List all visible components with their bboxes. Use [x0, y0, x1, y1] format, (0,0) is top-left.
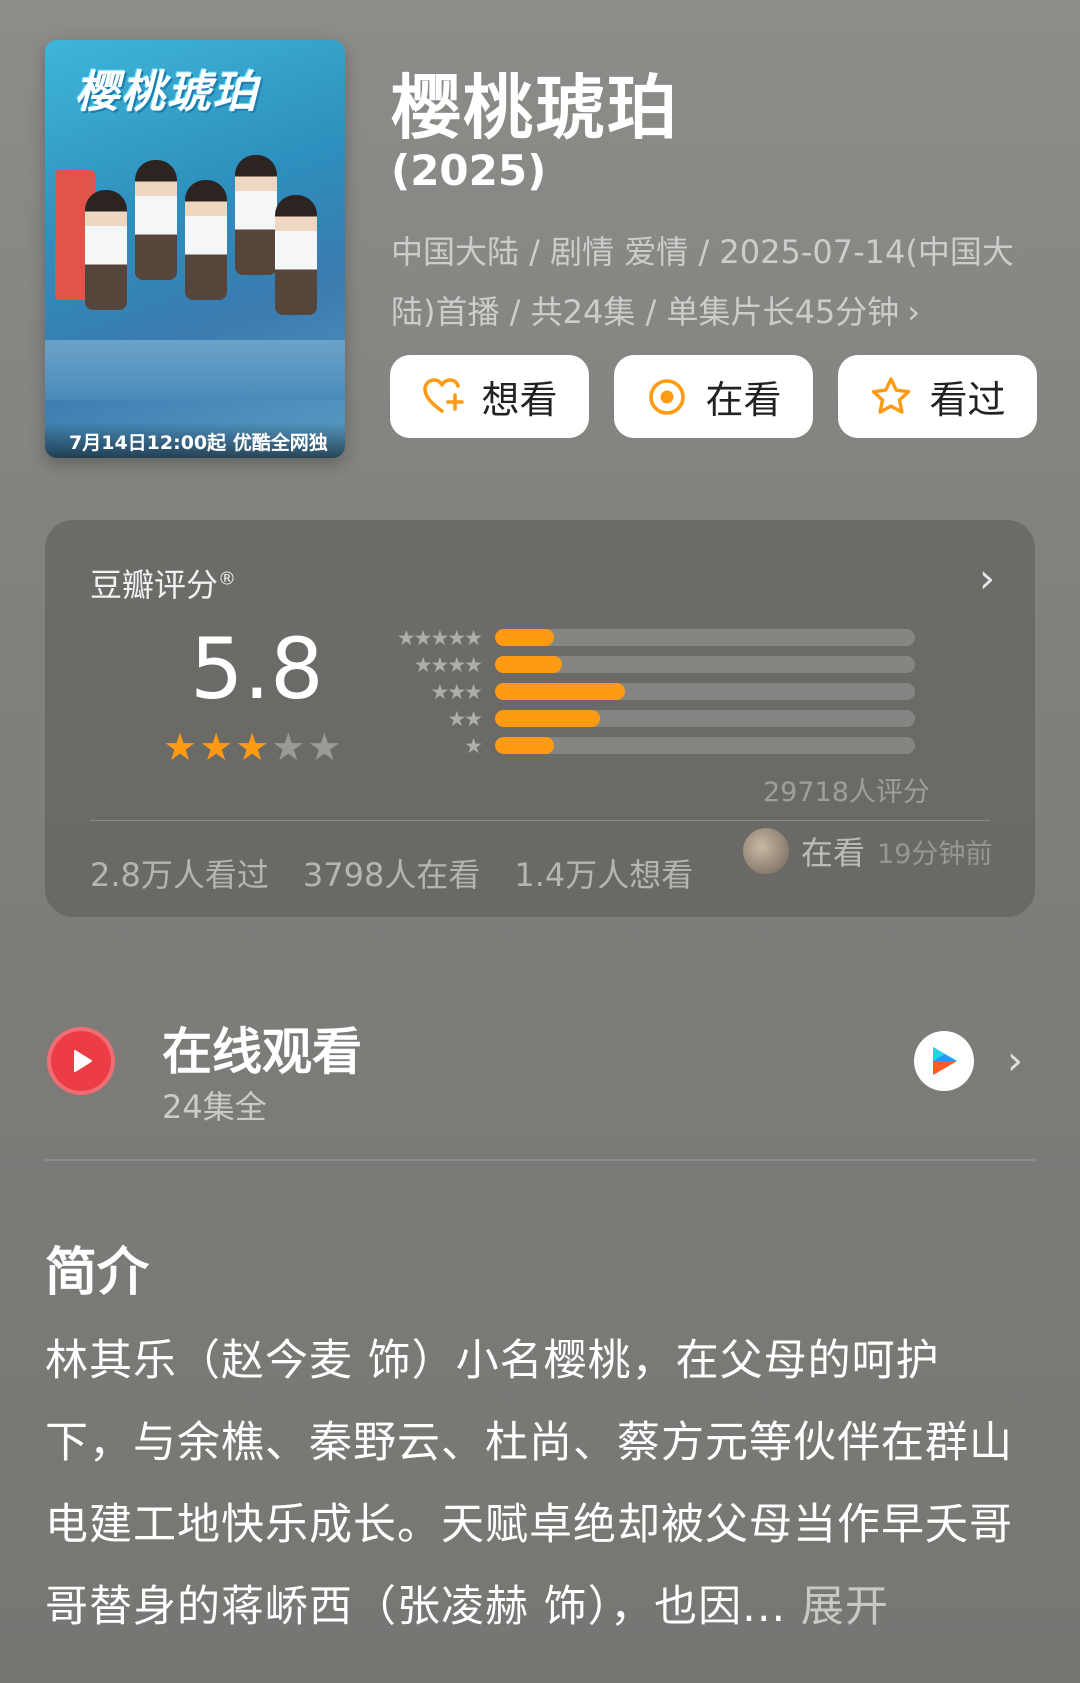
rating-distribution: ★★★★★ ★★★★ ★★★ ★★ ★ [375, 624, 915, 759]
star-empty-icon: ★ [271, 725, 306, 769]
registered-mark: ® [218, 568, 237, 590]
distribution-stars-label: ★ [464, 733, 483, 758]
rating-stars: ★ ★ ★ ★ ★ [163, 728, 341, 766]
watched-button[interactable]: 看过 [838, 355, 1037, 438]
distribution-track [495, 737, 915, 754]
poster-image[interactable]: 樱桃琥珀 7月14日12:00起 优酷全网独播 [45, 40, 345, 458]
divider [90, 820, 990, 821]
distribution-row: ★★★★★ [375, 624, 915, 651]
watch-stats: 2.8万人看过 3798人在看 1.4万人想看 [90, 850, 693, 896]
synopsis-line: 哥替身的蒋峤西（张凌赫 饰），也因... 展开 [45, 1582, 889, 1632]
rating-label: 豆瓣评分® [90, 566, 237, 604]
poster-caption: 7月14日12:00起 优酷全网独播 [45, 422, 345, 458]
watched-count[interactable]: 2.8万人看过 [90, 850, 269, 896]
poster-cast-figures [65, 150, 325, 350]
rating-count: 29718人评分 [763, 777, 930, 808]
distribution-stars-label: ★★★ [430, 679, 483, 704]
star-filled-icon: ★ [235, 725, 270, 769]
want-count[interactable]: 1.4万人想看 [514, 850, 693, 896]
distribution-bar [495, 737, 554, 754]
play-icon[interactable] [47, 1027, 115, 1095]
distribution-stars-label: ★★★★ [413, 652, 483, 677]
star-filled-icon: ★ [199, 725, 234, 769]
chevron-right-icon[interactable]: › [979, 556, 995, 602]
show-year: (2025) [391, 146, 547, 195]
distribution-track [495, 656, 915, 673]
action-buttons: 想看 在看 看过 [390, 355, 1037, 438]
distribution-track [495, 710, 915, 727]
watched-label: 看过 [929, 378, 1006, 422]
distribution-bar [495, 683, 626, 700]
distribution-bar [495, 656, 563, 673]
meta-line-1: 中国大陆 / 剧情 爱情 / 2025-07-14(中国大 [391, 233, 1014, 271]
distribution-track [495, 629, 915, 646]
distribution-row: ★★★ [375, 678, 915, 705]
divider [45, 1159, 1035, 1161]
expand-link[interactable]: 展开 [786, 1582, 889, 1632]
watching-count[interactable]: 3798人在看 [303, 850, 480, 896]
rating-score: 5.8 [190, 620, 324, 718]
distribution-row: ★★ [375, 705, 915, 732]
watching-button[interactable]: 在看 [614, 355, 813, 438]
heart-plus-icon [423, 377, 465, 413]
show-title: 樱桃琥珀 [391, 67, 679, 149]
chevron-right-icon[interactable]: › [1007, 1038, 1023, 1084]
poster-desk [45, 340, 345, 400]
synopsis-line: 下，与余樵、秦野云、杜尚、蔡方元等伙伴在群山 [45, 1418, 1013, 1468]
distribution-track [495, 683, 915, 700]
distribution-stars-label: ★★★★★ [396, 625, 483, 650]
show-meta[interactable]: 中国大陆 / 剧情 爱情 / 2025-07-14(中国大 陆)首播 / 共24… [391, 222, 1021, 342]
online-watch-title[interactable]: 在线观看 [162, 1012, 362, 1084]
star-empty-icon: ★ [307, 725, 342, 769]
distribution-stars-label: ★★ [447, 706, 483, 731]
youku-icon[interactable] [914, 1031, 974, 1091]
distribution-bar [495, 629, 554, 646]
star-filled-icon: ★ [163, 725, 198, 769]
poster-title-art: 樱桃琥珀 [75, 67, 259, 118]
friend-status: 在看 [801, 834, 866, 872]
meta-line-2: 陆)首播 / 共24集 / 单集片长45分钟 › [391, 293, 920, 331]
chevron-right-icon: › [907, 293, 920, 331]
synopsis-line: 林其乐（赵今麦 饰）小名樱桃，在父母的呵护 [45, 1336, 940, 1386]
target-circle-icon [649, 378, 686, 415]
distribution-bar [495, 710, 600, 727]
synopsis-line: 电建工地快乐成长。天赋卓绝却被父母当作早夭哥 [45, 1500, 1013, 1550]
want-to-watch-button[interactable]: 想看 [390, 355, 589, 438]
want-to-watch-label: 想看 [481, 378, 558, 422]
star-outline-icon [872, 376, 911, 414]
friend-activity[interactable]: 在看 19分钟前 [743, 828, 992, 874]
avatar [743, 828, 789, 874]
synopsis-text: 林其乐（赵今麦 饰）小名樱桃，在父母的呵护 下，与余樵、秦野云、杜尚、蔡方元等伙… [45, 1320, 1035, 1648]
friend-time: 19分钟前 [877, 838, 993, 870]
episodes-info: 24集全 [162, 1088, 267, 1126]
watching-label: 在看 [705, 378, 782, 422]
distribution-row: ★★★★ [375, 651, 915, 678]
distribution-row: ★ [375, 732, 915, 759]
douban-rating-card[interactable]: 豆瓣评分® › 5.8 ★ ★ ★ ★ ★ ★★★★★ ★★★★ ★★★ ★★ ★ 29718人… [45, 520, 1035, 917]
synopsis-title: 简介 [45, 1243, 150, 1303]
